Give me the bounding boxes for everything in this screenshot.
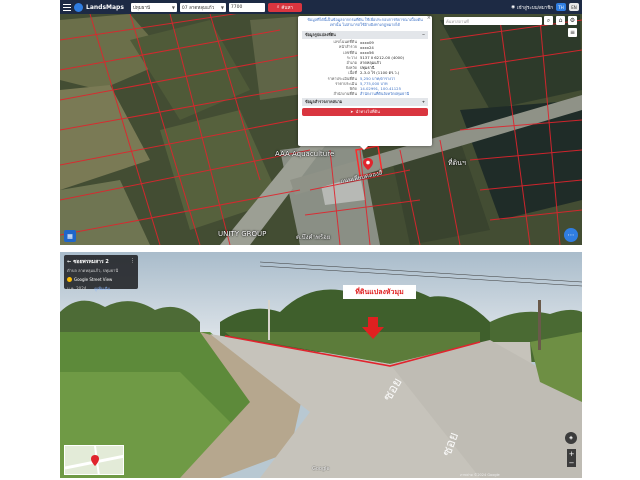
navigate-button-label: นำทางไปที่ดิน — [355, 109, 380, 115]
zoom-in-button[interactable]: + — [567, 449, 576, 458]
district-select-value: 07 ลาดหลุมแก้ว — [181, 5, 215, 11]
map-icon: ▦ — [67, 232, 73, 240]
popup-tail — [360, 146, 368, 150]
province-select[interactable]: ปทุมธานี ▼ — [130, 2, 177, 12]
parcel-detail-key: สำนักงานที่ดิน — [333, 91, 357, 97]
navigation-icon: ➤ — [350, 109, 354, 115]
map-type-button[interactable]: ▦ — [64, 230, 76, 242]
top-navigation-bar: LandsMaps ปทุมธานี ▼ 07 ลาดหลุมแก้ว ▼ 7700… — [60, 0, 582, 14]
lang-th-button[interactable]: TH — [556, 3, 566, 11]
popup-section-survey-title: ข้อมูลสำรวจภาคสนาม — [305, 98, 343, 104]
info-card-header: ← ซอยพรหมสาร 2 — [67, 258, 135, 266]
chevron-down-icon: ▼ — [171, 4, 175, 10]
navigate-button[interactable]: ➤ นำทางไปที่ดิน — [302, 107, 428, 116]
map-label-unity-group: UNITY GROUP — [218, 230, 267, 238]
info-card-footer: ม.ค. 2024 ดูเพิ่มเติม — [67, 285, 135, 292]
map-label-area-right: ที่ดินฯ — [448, 159, 466, 167]
street-view-photo[interactable]: ซอย ซอย — [60, 252, 582, 478]
close-icon[interactable]: × — [427, 15, 431, 21]
zoom-out-button[interactable]: − — [567, 458, 576, 467]
landsmaps-logo-icon — [74, 2, 83, 12]
search-icon: ⌕ — [276, 5, 280, 10]
pegman-icon — [67, 277, 72, 282]
hamburger-menu-icon[interactable] — [63, 3, 71, 11]
brand-name: LandsMaps — [86, 3, 124, 11]
layers-icon[interactable]: ≡ — [568, 28, 577, 37]
search-icon[interactable]: ⌕ — [544, 16, 553, 25]
chevron-down-icon: ▼ — [220, 4, 224, 10]
back-arrow-icon[interactable]: ← — [67, 259, 71, 265]
parcel-details-list: เลขโฉนดที่ดิน xxxx09 หน้าสำรวจ xxxx24 เลขที่… — [302, 39, 428, 97]
see-more-link[interactable]: ดูเพิ่มเติม — [94, 285, 110, 292]
search-button-label: ค้นหา — [281, 5, 293, 11]
collapse-icon: − — [421, 31, 425, 37]
info-card-subtitle: ตำบล ลาดหลุมแก้ว, ปทุมธานี — [67, 268, 119, 273]
capture-date: ม.ค. 2024 — [67, 286, 87, 291]
location-pin-icon[interactable] — [362, 158, 374, 170]
more-options-button[interactable]: ⋯ — [564, 228, 578, 242]
parcel-number-input[interactable]: 7700 — [228, 2, 265, 12]
gear-icon[interactable]: ⚙ — [568, 16, 577, 25]
land-map-panel[interactable]: LandsMaps ปทุมธานี ▼ 07 ลาดหลุมแก้ว ▼ 7700… — [60, 0, 582, 245]
home-icon[interactable]: ⌂ — [556, 16, 565, 25]
district-select[interactable]: 07 ลาดหลุมแก้ว ▼ — [179, 2, 226, 12]
screenshot-stage: LandsMaps ปทุมธานี ▼ 07 ลาดหลุมแก้ว ▼ 7700… — [0, 0, 640, 480]
compass-icon[interactable]: ◈ — [565, 432, 577, 444]
province-select-value: ปทุมธานี — [132, 5, 151, 11]
more-icon: ⋯ — [567, 231, 575, 239]
street-view-minimap[interactable] — [64, 445, 124, 475]
popup-section-survey[interactable]: ข้อมูลสำรวจภาคสนาม + — [302, 97, 428, 106]
parcel-detail-row: สำนักงานที่ดิน สำนักงานที่ดินจังหวัดปทุมธ… — [302, 91, 428, 96]
map-label-bottom: ต.บึงคำพร้อย — [296, 234, 331, 241]
popup-section-parcel[interactable]: ข้อมูลรูปแปลงที่ดิน − — [302, 30, 428, 39]
gsv-label: Google Street View — [74, 277, 113, 282]
expand-icon: + — [421, 98, 425, 104]
info-card-title: ซอยพรหมสาร 2 — [73, 259, 109, 265]
user-icon: ◉ — [511, 4, 516, 10]
street-view-copyright: ภาพถ่าย ©2024 Google — [460, 473, 500, 477]
popup-notice: ข้อมูลที่ได้นี้เป็นข้อมูลจากกรมที่ดิน ใช… — [307, 17, 423, 27]
login-label: เข้าสู่ระบบ/สมาชิก — [517, 5, 553, 11]
lang-en-button[interactable]: EN — [569, 3, 579, 11]
corner-land-label: ที่ดินแปลงหัวมุม — [343, 285, 416, 299]
google-street-view-badge: Google Street View — [67, 277, 135, 282]
parcel-detail-value[interactable]: สำนักงานที่ดินจังหวัดปทุมธานี — [360, 91, 428, 97]
map-label-aquaculture: AAA Aquaculture — [275, 150, 335, 158]
street-view-info-card: ⋮ ← ซอยพรหมสาร 2 ตำบล ลาดหลุมแก้ว, ปทุมธ… — [64, 255, 138, 292]
street-view-panel[interactable]: ซอย ซอย ⋮ ← ซอยพรหมสาร 2 ตำบล ลาดหลุมแก้… — [60, 252, 582, 478]
parcel-info-popup: × ข้อมูลที่ได้นี้เป็นข้อมูลจากกรมที่ดิน … — [298, 15, 432, 150]
login-link[interactable]: ◉ เข้าสู่ระบบ/สมาชิก — [511, 4, 553, 11]
popup-section-parcel-title: ข้อมูลรูปแปลงที่ดิน — [305, 31, 336, 37]
map-place-search-input[interactable]: ค้นหาสถานที่ — [444, 17, 542, 25]
more-vertical-icon[interactable]: ⋮ — [130, 258, 135, 264]
search-button[interactable]: ⌕ ค้นหา — [267, 2, 302, 12]
google-watermark: Google — [312, 466, 330, 472]
minimap-graphic — [65, 446, 123, 474]
